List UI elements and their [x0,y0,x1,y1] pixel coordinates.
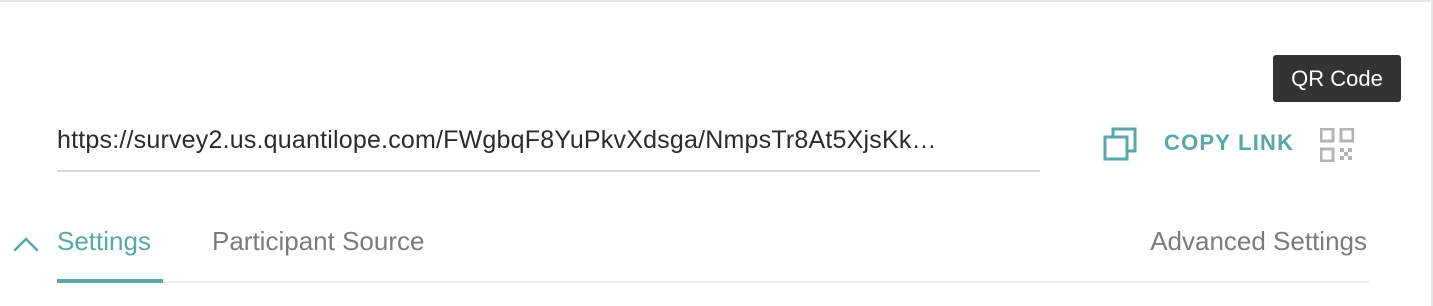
active-tab-indicator [57,279,163,283]
share-panel: QR Code https://survey2.us.quantilope.co… [0,0,1433,306]
chevron-up-icon[interactable] [13,235,39,253]
copy-icon[interactable] [1103,127,1137,161]
qr-code-icon[interactable] [1320,128,1354,162]
tab-advanced-settings[interactable]: Advanced Settings [1150,226,1367,257]
tabs-divider [57,281,1369,283]
copy-link-button[interactable]: COPY LINK [1164,130,1294,156]
qr-code-tooltip: QR Code [1273,55,1401,102]
survey-link-text[interactable]: https://survey2.us.quantilope.com/FWgbqF… [57,126,1040,155]
tab-participant-source[interactable]: Participant Source [212,226,424,257]
survey-link-field[interactable]: https://survey2.us.quantilope.com/FWgbqF… [57,120,1040,172]
tab-settings[interactable]: Settings [57,226,151,257]
